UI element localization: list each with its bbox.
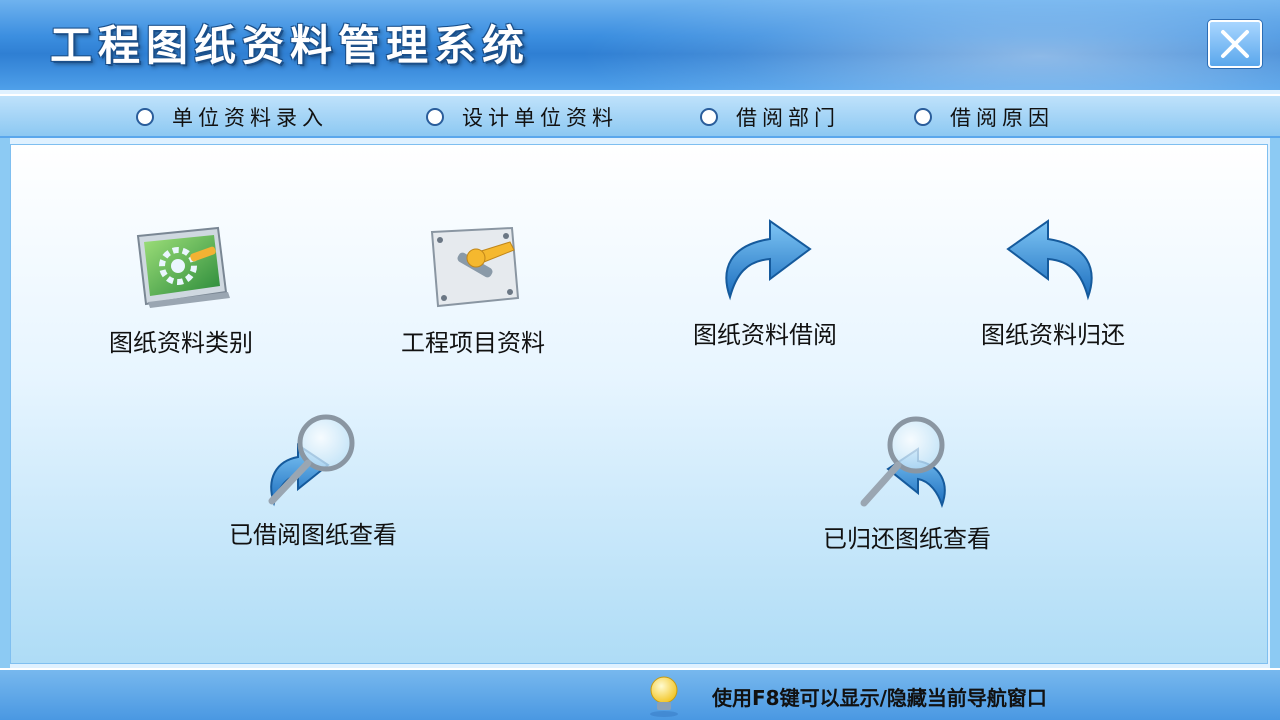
lightbulb-icon xyxy=(650,676,678,717)
magnifier-arrow-icon xyxy=(268,414,355,507)
project-data-label: 工程项目资料 xyxy=(401,329,545,357)
window-title: 工程图纸资料管理系统 xyxy=(50,21,531,70)
navigation-panel: 图纸资料类别 工程项目资料 图纸资料借阅 图纸资料归还 已借阅图纸查看 已归还图… xyxy=(10,144,1268,664)
drawing-category-label: 图纸资料类别 xyxy=(109,329,253,357)
tab-label: 借阅原因 xyxy=(950,106,1054,130)
tab-borrow-department[interactable]: 借阅部门 xyxy=(700,104,840,130)
view-borrowed-label: 已借阅图纸查看 xyxy=(229,521,397,549)
view-returned-button[interactable]: 已归还图纸查看 xyxy=(823,413,991,554)
arrow-right-curved-icon xyxy=(725,219,812,301)
status-hint-text: 使用F8键可以显示/隐藏当前导航窗口 xyxy=(712,686,1047,710)
left-border xyxy=(0,138,10,668)
right-border xyxy=(1270,138,1280,668)
close-button[interactable] xyxy=(1208,20,1262,68)
magnifier-arrow-back-icon xyxy=(860,416,946,509)
drawing-borrow-button[interactable]: 图纸资料借阅 xyxy=(693,209,837,350)
drawing-return-button[interactable]: 图纸资料归还 xyxy=(981,209,1125,350)
status-bar: 使用F8键可以显示/隐藏当前导航窗口 xyxy=(0,668,1280,720)
drawing-return-label: 图纸资料归还 xyxy=(981,321,1125,349)
title-bar: 工程图纸资料管理系统 xyxy=(0,0,1280,90)
wrench-panel-icon xyxy=(430,226,520,308)
drawing-category-button[interactable]: 图纸资料类别 xyxy=(109,217,253,358)
arrow-left-curved-icon xyxy=(1006,219,1093,301)
radio-icon[interactable] xyxy=(426,108,444,126)
tab-design-unit-data[interactable]: 设计单位资料 xyxy=(426,104,618,130)
tab-strip: 单位资料录入 设计单位资料 借阅部门 借阅原因 xyxy=(0,94,1280,138)
tab-label: 借阅部门 xyxy=(736,106,840,130)
radio-icon[interactable] xyxy=(700,108,718,126)
radio-icon[interactable] xyxy=(136,108,154,126)
tab-label: 设计单位资料 xyxy=(462,106,618,130)
project-data-button[interactable]: 工程项目资料 xyxy=(401,217,545,358)
view-returned-label: 已归还图纸查看 xyxy=(823,525,991,553)
view-borrowed-button[interactable]: 已借阅图纸查看 xyxy=(229,409,397,550)
drawing-borrow-label: 图纸资料借阅 xyxy=(693,321,837,349)
tab-label: 单位资料录入 xyxy=(172,106,328,130)
close-icon xyxy=(1221,30,1249,58)
tab-borrow-reason[interactable]: 借阅原因 xyxy=(914,104,1054,130)
monitor-gear-icon xyxy=(136,226,230,308)
radio-icon[interactable] xyxy=(914,108,932,126)
title-bar-decoration xyxy=(500,0,1280,90)
tab-unit-data-entry[interactable]: 单位资料录入 xyxy=(136,104,328,130)
